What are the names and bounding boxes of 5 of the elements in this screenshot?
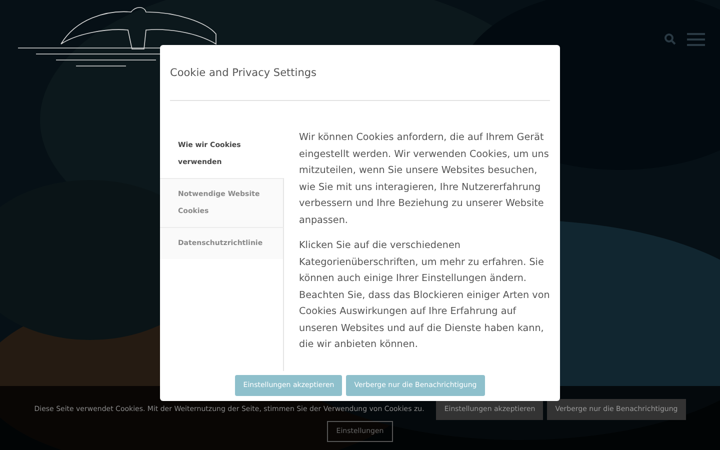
dialog-title: Cookie and Privacy Settings [170,67,316,79]
menu-icon[interactable] [687,33,705,46]
search-icon[interactable] [664,33,676,45]
description-paragraph: Wir können Cookies anfordern, die auf Ihrem Gerät eingestellt werden. Wir verwenden Cookies, um uns mitzuteilen, wenn Sie unsere Websites besuchen, wie Sie mit uns interagieren, Ihre Nutzererfahrung verbessern und Ihre Beziehung zu unserer Website anpassen. [299,131,550,228]
description-paragraph: Klicken Sie auf die verschiedenen Kategorienüberschriften, um mehr zu erfahren. Sie können auch einige Ihrer Einstellungen ändern. Beachten Sie, dass das Blockieren einiger Arten von Cookies Auswirkungen auf Ihre Erfahrung auf unseren Websites und auf die Dienste haben kann, die wir anbieten können. [299,239,551,352]
